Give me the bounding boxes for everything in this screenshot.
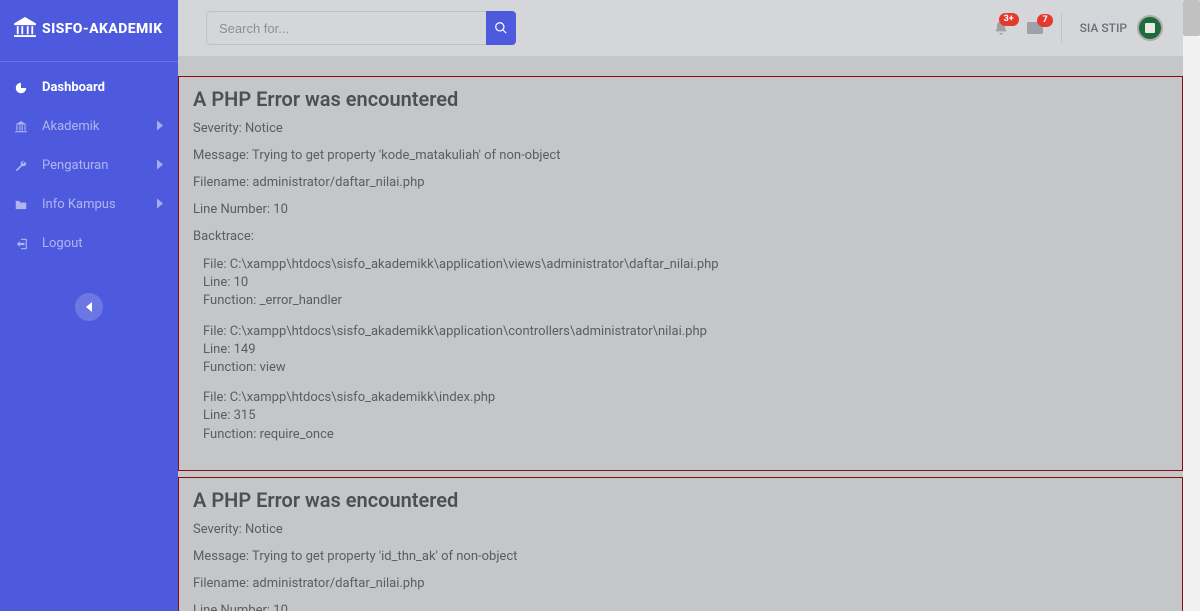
sidebar-item-label: Pengaturan bbox=[42, 158, 108, 173]
content: A PHP Error was encountered Severity: No… bbox=[178, 56, 1183, 611]
sidebar-item-akademik[interactable]: Akademik bbox=[0, 107, 178, 146]
trace-file: File: C:\xampp\htdocs\sisfo_akademikk\in… bbox=[203, 389, 1168, 407]
trace-func: Function: require_once bbox=[203, 426, 1168, 444]
divider bbox=[1061, 14, 1062, 42]
collapse-sidebar-button[interactable] bbox=[75, 293, 103, 321]
trace-item: File: C:\xampp\htdocs\sisfo_akademikk\in… bbox=[203, 389, 1168, 444]
sidebar-item-pengaturan[interactable]: Pengaturan bbox=[0, 146, 178, 185]
trace-item: File: C:\xampp\htdocs\sisfo_akademikk\ap… bbox=[203, 323, 1168, 378]
wrench-icon bbox=[14, 159, 32, 173]
search-icon bbox=[494, 21, 508, 35]
search bbox=[206, 11, 516, 45]
error-title: A PHP Error was encountered bbox=[193, 87, 1168, 111]
sidebar-item-info-kampus[interactable]: Info Kampus bbox=[0, 185, 178, 224]
error-severity: Severity: Notice bbox=[193, 121, 1168, 136]
trace-func: Function: _error_handler bbox=[203, 292, 1168, 310]
brand-name: SISFO-AKADEMIK bbox=[42, 21, 163, 37]
trace-func: Function: view bbox=[203, 359, 1168, 377]
php-error-box: A PHP Error was encountered Severity: No… bbox=[178, 76, 1183, 471]
user-name: SIA STIP bbox=[1080, 21, 1127, 35]
error-backtrace-header: Backtrace: bbox=[193, 229, 1168, 244]
sidebar-item-label: Dashboard bbox=[42, 80, 105, 95]
folder-icon bbox=[14, 198, 32, 212]
notifications[interactable]: 3+ bbox=[993, 20, 1009, 36]
sidebar-item-logout[interactable]: Logout bbox=[0, 224, 178, 263]
chevron-right-icon bbox=[156, 158, 164, 173]
topbar: 3+ 7 SIA STIP bbox=[178, 0, 1183, 56]
brand-icon bbox=[14, 17, 36, 41]
trace-line: Line: 10 bbox=[203, 274, 1168, 292]
dashboard-icon bbox=[14, 81, 32, 95]
chevron-right-icon bbox=[156, 119, 164, 134]
error-linenum: Line Number: 10 bbox=[193, 202, 1168, 217]
error-linenum: Line Number: 10 bbox=[193, 603, 1168, 611]
logout-icon bbox=[14, 237, 32, 251]
error-severity: Severity: Notice bbox=[193, 522, 1168, 537]
error-message: Message: Trying to get property 'kode_ma… bbox=[193, 148, 1168, 163]
error-filename: Filename: administrator/daftar_nilai.php bbox=[193, 576, 1168, 591]
user-menu[interactable]: SIA STIP bbox=[1080, 15, 1163, 41]
sidebar-item-label: Info Kampus bbox=[42, 197, 116, 212]
trace-file: File: C:\xampp\htdocs\sisfo_akademikk\ap… bbox=[203, 323, 1168, 341]
php-error-box: A PHP Error was encountered Severity: No… bbox=[178, 477, 1183, 611]
mail-badge: 7 bbox=[1037, 14, 1052, 27]
chevron-right-icon bbox=[156, 197, 164, 212]
messages[interactable]: 7 bbox=[1027, 21, 1043, 35]
search-button[interactable] bbox=[486, 11, 516, 45]
error-title: A PHP Error was encountered bbox=[193, 488, 1168, 512]
search-input[interactable] bbox=[206, 11, 486, 45]
bell-badge: 3+ bbox=[999, 13, 1019, 26]
trace-file: File: C:\xampp\htdocs\sisfo_akademikk\ap… bbox=[203, 256, 1168, 274]
topbar-right: 3+ 7 SIA STIP bbox=[993, 14, 1163, 42]
nav: Dashboard Akademik Pengaturan Info Kampu… bbox=[0, 62, 178, 263]
error-message: Message: Trying to get property 'id_thn_… bbox=[193, 549, 1168, 564]
trace-line: Line: 315 bbox=[203, 407, 1168, 425]
sidebar-item-label: Logout bbox=[42, 236, 83, 251]
avatar bbox=[1137, 15, 1163, 41]
chevron-left-icon bbox=[85, 302, 93, 312]
scrollbar-thumb[interactable] bbox=[1183, 0, 1200, 36]
sidebar-item-label: Akademik bbox=[42, 119, 100, 134]
scrollbar-track[interactable] bbox=[1183, 0, 1200, 611]
trace-line: Line: 149 bbox=[203, 341, 1168, 359]
error-filename: Filename: administrator/daftar_nilai.php bbox=[193, 175, 1168, 190]
brand[interactable]: SISFO-AKADEMIK bbox=[0, 0, 178, 62]
sidebar-item-dashboard[interactable]: Dashboard bbox=[0, 68, 178, 107]
bank-icon bbox=[14, 120, 32, 134]
trace-item: File: C:\xampp\htdocs\sisfo_akademikk\ap… bbox=[203, 256, 1168, 311]
sidebar: SISFO-AKADEMIK Dashboard Akademik Pengat… bbox=[0, 0, 178, 611]
